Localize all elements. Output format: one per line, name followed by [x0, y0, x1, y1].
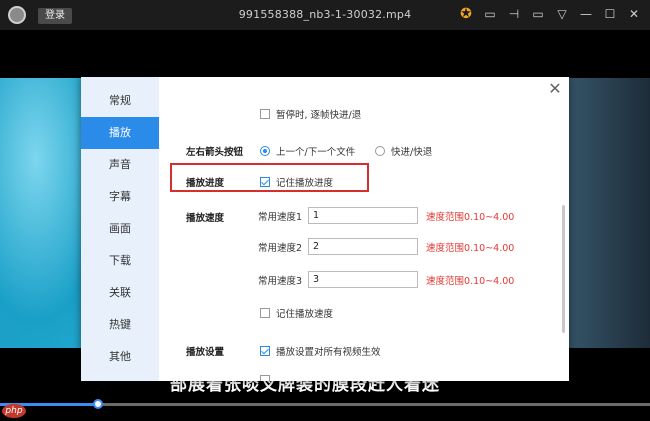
sidebar-item-subtitle[interactable]: 字幕	[81, 181, 159, 213]
title-bar: 登录 991558388_nb3-1-30032.mp4 ✪ ▭ ⊣ ▭ ▽ —…	[0, 0, 650, 30]
remember-speed-label: 记住播放速度	[276, 309, 334, 320]
menu-icon[interactable]: ▽	[554, 6, 570, 22]
progress-knob[interactable]	[93, 399, 103, 409]
pause-frame-label: 暂停时, 逐帧快进/退	[276, 110, 362, 121]
speed3-range: 速度范围0.10~4.00	[426, 275, 515, 287]
speed1-label: 常用速度1	[258, 211, 303, 223]
speed2-range: 速度范围0.10~4.00	[426, 242, 515, 254]
sidebar-item-other[interactable]: 其他	[81, 341, 159, 373]
speed3-label: 常用速度3	[258, 275, 303, 287]
screen-icon[interactable]: ▭	[482, 6, 498, 22]
pause-frame-checkbox[interactable]	[260, 109, 270, 119]
apply-all-checkbox[interactable]	[260, 346, 270, 356]
speed3-input[interactable]: 3	[308, 271, 419, 288]
speed1-input[interactable]: 1	[308, 207, 419, 224]
speed1-range: 速度范围0.10~4.00	[426, 211, 515, 223]
close-window-icon[interactable]: ✕	[626, 6, 642, 22]
sidebar-item-download[interactable]: 下载	[81, 245, 159, 277]
speed2-label: 常用速度2	[258, 242, 303, 254]
php-watermark: php	[2, 404, 26, 418]
sidebar-item-general[interactable]: 常规	[81, 85, 159, 117]
extra-checkbox[interactable]	[260, 375, 270, 381]
play-speed-label: 播放速度	[186, 213, 225, 224]
sidebar-item-hotkeys[interactable]: 热键	[81, 309, 159, 341]
remember-speed-checkbox[interactable]	[260, 308, 270, 318]
sidebar-item-playback[interactable]: 播放	[81, 117, 159, 149]
prev-next-file-radio[interactable]	[260, 146, 270, 156]
sidebar-item-picture[interactable]: 画面	[81, 213, 159, 245]
arrow-keys-label: 左右箭头按钮	[186, 147, 244, 158]
pin-icon[interactable]: ⊣	[506, 6, 522, 22]
prev-next-file-label: 上一个/下一个文件	[276, 147, 356, 158]
settings-scrollbar[interactable]	[562, 205, 565, 333]
folder-icon[interactable]: ▭	[530, 6, 546, 22]
settings-sidebar: 常规 播放 声音 字幕 画面 下载 关联 热键 其他	[81, 77, 159, 381]
gamepad-icon[interactable]: ✪	[458, 6, 474, 22]
playback-settings-panel: 暂停时, 逐帧快进/退 左右箭头按钮 上一个/下一个文件 快进/快退 播放进度 …	[159, 77, 569, 381]
speed2-input[interactable]: 2	[308, 238, 419, 255]
highlight-box	[170, 163, 369, 192]
seek-radio[interactable]	[375, 146, 385, 156]
minimize-icon[interactable]: —	[578, 6, 594, 22]
settings-dialog: 常规 播放 声音 字幕 画面 下载 关联 热键 其他 ✕ 暂停时, 逐帧快进/退…	[81, 77, 569, 381]
maximize-icon[interactable]: ☐	[602, 6, 618, 22]
play-settings-label: 播放设置	[186, 347, 225, 358]
apply-all-label: 播放设置对所有视频生效	[276, 347, 381, 358]
sidebar-item-association[interactable]: 关联	[81, 277, 159, 309]
seek-label: 快进/快退	[391, 147, 433, 158]
sidebar-item-sound[interactable]: 声音	[81, 149, 159, 181]
